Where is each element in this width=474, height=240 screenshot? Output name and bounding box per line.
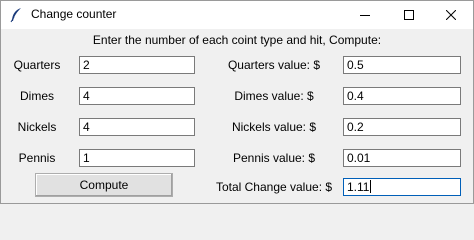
pennis-value-field[interactable]: 0.01 bbox=[343, 149, 461, 167]
quarters-label: Quarters bbox=[13, 58, 61, 72]
window-title: Change counter bbox=[31, 7, 117, 21]
minimize-icon bbox=[360, 15, 370, 16]
app-window: Change counter Enter the number of each … bbox=[0, 0, 474, 204]
dimes-input[interactable]: 4 bbox=[79, 87, 195, 105]
dimes-value-label: Dimes value: $ bbox=[234, 89, 314, 103]
nickels-input[interactable]: 4 bbox=[79, 118, 195, 136]
dimes-label: Dimes bbox=[19, 89, 54, 103]
nickels-value-label: Nickels value: $ bbox=[231, 120, 317, 134]
title-bar[interactable]: Change counter bbox=[1, 1, 473, 29]
minimize-button[interactable] bbox=[343, 1, 387, 29]
dimes-value-field[interactable]: 0.4 bbox=[343, 87, 461, 105]
instruction-text: Enter the number of each coint type and … bbox=[92, 33, 382, 47]
total-value-label: Total Change value: $ bbox=[215, 180, 333, 194]
maximize-icon bbox=[404, 10, 414, 20]
text-caret bbox=[370, 180, 372, 193]
compute-button[interactable]: Compute bbox=[35, 173, 173, 197]
total-value-text: 1.11 bbox=[347, 180, 370, 194]
pennis-value-label: Pennis value: $ bbox=[232, 151, 316, 165]
quarters-value-label: Quarters value: $ bbox=[227, 58, 321, 72]
pennis-input[interactable]: 1 bbox=[79, 149, 195, 167]
close-button[interactable] bbox=[429, 1, 473, 29]
total-value-field[interactable]: 1.11 bbox=[343, 178, 461, 196]
nickels-value-field[interactable]: 0.2 bbox=[343, 118, 461, 136]
nickels-label: Nickels bbox=[17, 120, 57, 134]
quarters-input[interactable]: 2 bbox=[79, 56, 195, 74]
maximize-button[interactable] bbox=[387, 1, 431, 29]
pennis-label: Pennis bbox=[18, 151, 56, 165]
close-icon bbox=[446, 10, 456, 20]
feather-icon bbox=[9, 7, 23, 23]
form-area: Enter the number of each coint type and … bbox=[1, 29, 473, 203]
quarters-value-field[interactable]: 0.5 bbox=[343, 56, 461, 74]
